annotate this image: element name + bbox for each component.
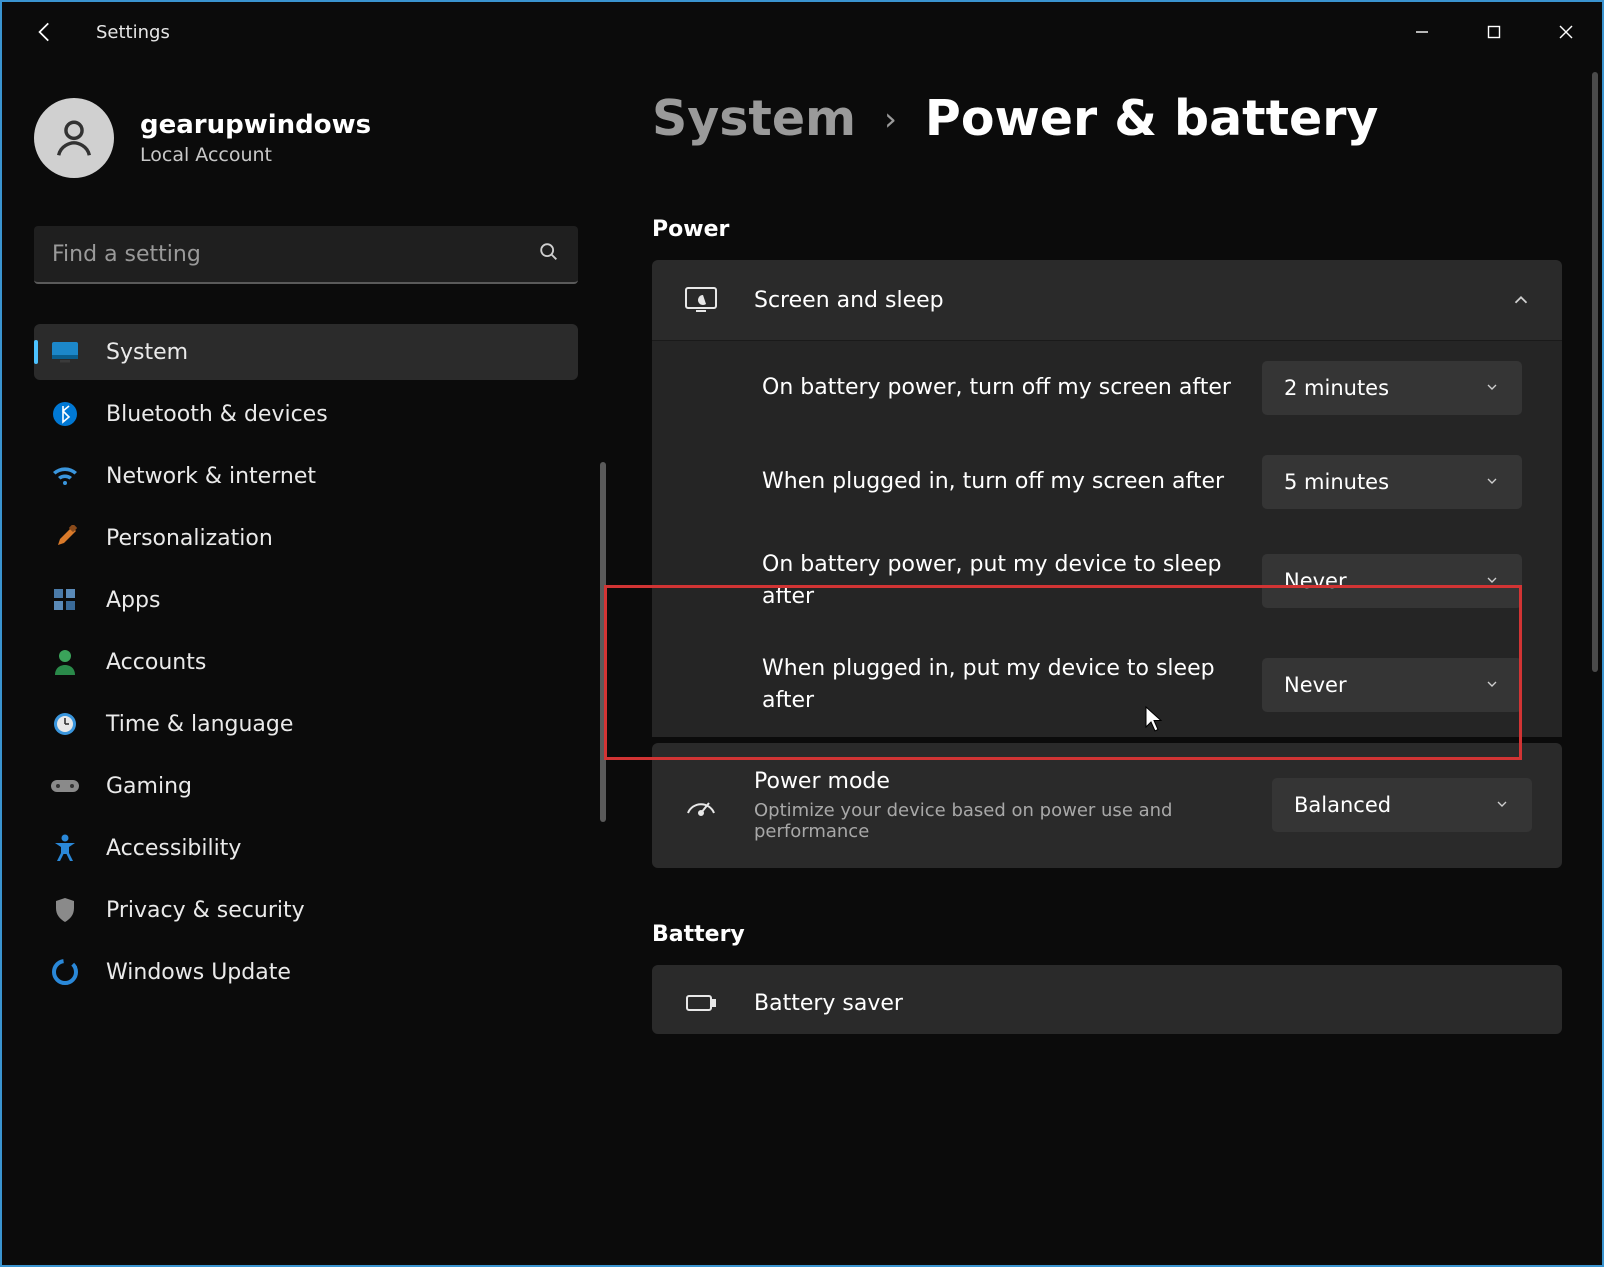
person-icon [50, 647, 80, 677]
search-input-container[interactable] [34, 226, 578, 284]
gamepad-icon [50, 771, 80, 801]
nav-label: Network & internet [106, 464, 316, 489]
power-mode-icon [682, 793, 720, 817]
chevron-down-icon [1484, 470, 1500, 494]
nav-item-system[interactable]: System [34, 324, 578, 380]
chevron-down-icon [1484, 673, 1500, 697]
accessibility-icon [50, 833, 80, 863]
dropdown-value: 5 minutes [1284, 470, 1484, 494]
close-button[interactable] [1530, 2, 1602, 62]
search-input[interactable] [52, 242, 538, 267]
setting-battery-sleep: On battery power, put my device to sleep… [652, 529, 1562, 633]
avatar[interactable] [34, 98, 114, 178]
dropdown-plugged-sleep[interactable]: Never [1262, 658, 1522, 712]
app-title: Settings [96, 22, 170, 43]
nav-label: Accessibility [106, 836, 241, 861]
nav-item-windows-update[interactable]: Windows Update [34, 944, 578, 1000]
nav-label: Apps [106, 588, 160, 613]
breadcrumb: System › Power & battery [652, 90, 1562, 147]
nav-item-accessibility[interactable]: Accessibility [34, 820, 578, 876]
nav-item-privacy[interactable]: Privacy & security [34, 882, 578, 938]
user-account-type: Local Account [140, 144, 371, 166]
nav-item-apps[interactable]: Apps [34, 572, 578, 628]
section-title-power: Power [652, 217, 1562, 242]
screen-sleep-icon [682, 286, 720, 314]
nav-item-time-language[interactable]: Time & language [34, 696, 578, 752]
dropdown-value: Balanced [1294, 793, 1494, 817]
dropdown-value: Never [1284, 673, 1484, 697]
clock-icon [50, 709, 80, 739]
apps-icon [50, 585, 80, 615]
nav-list: System Bluetooth & devices Network & int… [34, 324, 578, 1000]
nav-label: Accounts [106, 650, 206, 675]
update-icon [50, 957, 80, 987]
back-button[interactable] [32, 19, 58, 45]
battery-saver-icon [682, 992, 720, 1014]
dropdown-power-mode[interactable]: Balanced [1272, 778, 1532, 832]
setting-battery-screen-off: On battery power, turn off my screen aft… [652, 341, 1562, 435]
dropdown-value: Never [1284, 569, 1484, 593]
battery-saver-expander[interactable]: Battery saver [652, 965, 1562, 1034]
setting-plugged-sleep: When plugged in, put my device to sleep … [652, 633, 1562, 737]
chevron-down-icon [1484, 569, 1500, 593]
nav-label: Time & language [106, 712, 293, 737]
dropdown-value: 2 minutes [1284, 376, 1484, 400]
power-mode-subtitle: Optimize your device based on power use … [754, 800, 1272, 842]
nav-label: Gaming [106, 774, 192, 799]
paintbrush-icon [50, 523, 80, 553]
setting-plugged-screen-off: When plugged in, turn off my screen afte… [652, 435, 1562, 529]
dropdown-plugged-screen-off[interactable]: 5 minutes [1262, 455, 1522, 509]
battery-saver-title: Battery saver [754, 991, 1532, 1016]
main-scrollbar[interactable] [1592, 72, 1598, 672]
page-title: Power & battery [925, 90, 1378, 147]
nav-label: Windows Update [106, 960, 291, 985]
minimize-button[interactable] [1386, 2, 1458, 62]
setting-label: When plugged in, turn off my screen afte… [762, 466, 1262, 498]
dropdown-battery-sleep[interactable]: Never [1262, 554, 1522, 608]
nav-label: System [106, 340, 188, 365]
nav-item-accounts[interactable]: Accounts [34, 634, 578, 690]
screen-sleep-title: Screen and sleep [754, 288, 1510, 313]
nav-item-network[interactable]: Network & internet [34, 448, 578, 504]
screen-sleep-expander[interactable]: Screen and sleep [652, 260, 1562, 340]
nav-item-gaming[interactable]: Gaming [34, 758, 578, 814]
nav-item-personalization[interactable]: Personalization [34, 510, 578, 566]
dropdown-battery-screen-off[interactable]: 2 minutes [1262, 361, 1522, 415]
breadcrumb-parent[interactable]: System [652, 90, 856, 147]
power-mode-title: Power mode [754, 769, 1272, 794]
nav-label: Personalization [106, 526, 273, 551]
nav-label: Privacy & security [106, 898, 305, 923]
chevron-down-icon [1494, 793, 1510, 817]
section-title-battery: Battery [652, 922, 1562, 947]
setting-label: When plugged in, put my device to sleep … [762, 653, 1262, 717]
power-mode-row[interactable]: Power mode Optimize your device based on… [652, 743, 1562, 868]
setting-label: On battery power, put my device to sleep… [762, 549, 1262, 613]
maximize-button[interactable] [1458, 2, 1530, 62]
chevron-down-icon [1484, 376, 1500, 400]
bluetooth-icon [50, 399, 80, 429]
search-icon [538, 241, 560, 267]
chevron-up-icon [1510, 289, 1532, 311]
user-name: gearupwindows [140, 110, 371, 140]
nav-item-bluetooth[interactable]: Bluetooth & devices [34, 386, 578, 442]
wifi-icon [50, 461, 80, 491]
shield-icon [50, 895, 80, 925]
monitor-icon [50, 337, 80, 367]
chevron-right-icon: › [884, 100, 897, 138]
nav-label: Bluetooth & devices [106, 402, 328, 427]
setting-label: On battery power, turn off my screen aft… [762, 372, 1262, 404]
